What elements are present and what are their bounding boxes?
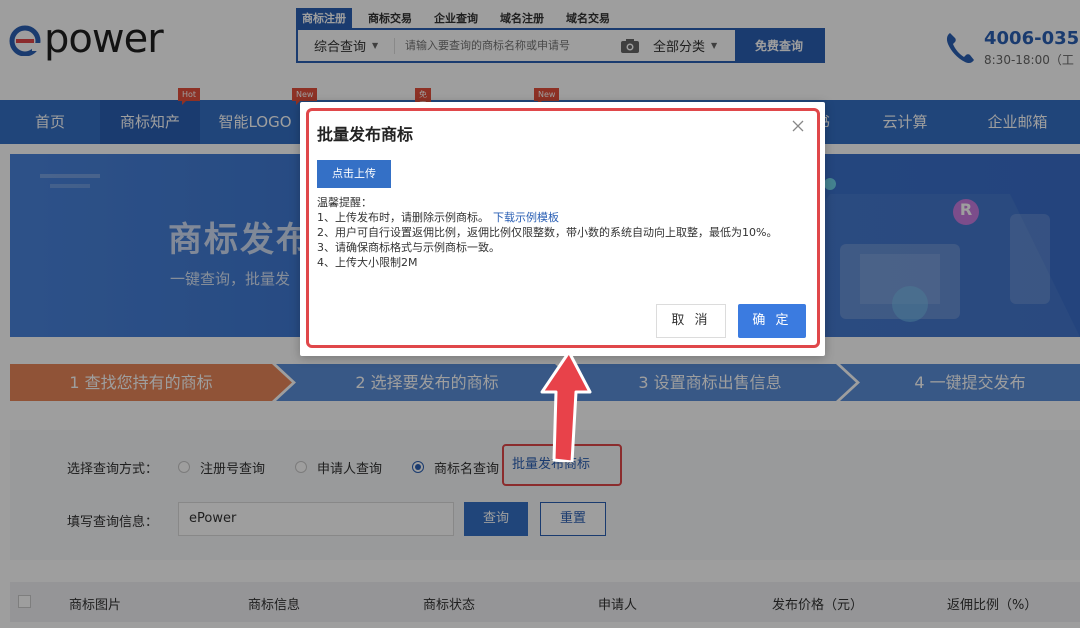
confirm-button[interactable]: 确 定 (738, 304, 806, 338)
tip-3: 3、请确保商标格式与示例商标一致。 (317, 241, 500, 254)
page: power 商标注册 商标交易 企业查询 域名注册 域名交易 综合查询 ▼ 全 (0, 0, 1080, 628)
tip-1: 1、上传发布时，请删除示例商标。 下载示例模板 (317, 210, 777, 225)
download-template-link[interactable]: 下载示例模板 (493, 211, 559, 224)
tips: 温馨提醒： 1、上传发布时，请删除示例商标。 下载示例模板 2、用户可自行设置返佣… (317, 195, 777, 270)
modal-title: 批量发布商标 (317, 125, 414, 144)
upload-button[interactable]: 点击上传 (317, 160, 391, 188)
tip-1-text: 1、上传发布时，请删除示例商标。 (317, 211, 489, 224)
tips-heading: 温馨提醒： (317, 196, 372, 209)
batch-publish-modal: 批量发布商标 点击上传 温馨提醒： 1、上传发布时，请删除示例商标。 下载示例模板… (300, 102, 825, 356)
close-icon[interactable] (791, 119, 805, 133)
tip-4: 4、上传大小限制2M (317, 256, 418, 269)
cancel-button[interactable]: 取 消 (656, 304, 726, 338)
annotation-arrow-icon (540, 350, 592, 462)
tip-2: 2、用户可自行设置返佣比例，返佣比例仅限整数，带小数的系统自动向上取整，最低为1… (317, 226, 778, 239)
